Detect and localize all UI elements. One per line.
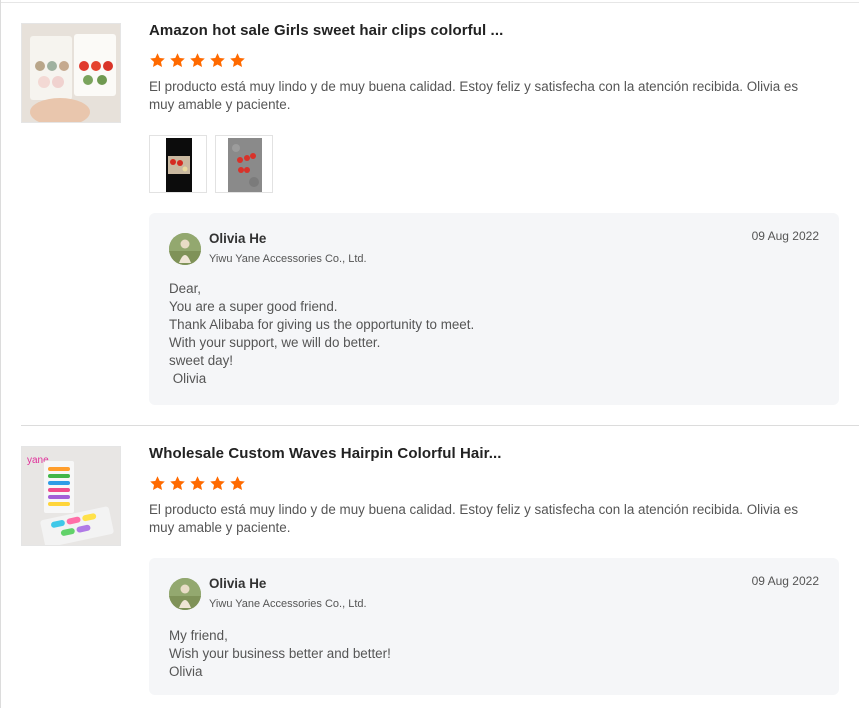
product-thumbnail[interactable]: yane [21,446,121,546]
review-photo[interactable] [149,135,207,193]
review-comment: El producto está muy lindo y de muy buen… [149,79,799,112]
reply-text: My friend, Wish your business better and… [169,627,391,681]
avatar [169,578,201,610]
avatar [169,233,201,265]
review-photo[interactable] [215,135,273,193]
replier-name: Olivia He [209,576,267,591]
star-icon [230,53,245,68]
review-divider [21,425,859,426]
replier-company: Yiwu Yane Accessories Co., Ltd. [209,253,367,265]
top-divider [0,2,859,3]
review-comment: El producto está muy lindo y de muy buen… [149,502,799,535]
left-border [0,0,1,708]
star-icon [150,476,165,491]
reply-line: sweet day! [169,353,234,368]
reply-line: Olivia [169,371,207,386]
replier-name: Olivia He [209,231,267,246]
reply-line: Wish your business better and better! [169,646,391,661]
star-icon [210,53,225,68]
star-icon [170,53,185,68]
star-icon [150,53,165,68]
star-icon [230,476,245,491]
reply-line: With your support, we will do better. [169,335,381,350]
seller-reply: Olivia He Yiwu Yane Accessories Co., Ltd… [149,558,839,695]
reply-line: Dear, [169,281,202,296]
reply-date: 09 Aug 2022 [751,574,819,588]
product-title[interactable]: Amazon hot sale Girls sweet hair clips c… [149,22,503,39]
star-icon [190,53,205,68]
reply-date: 09 Aug 2022 [751,229,819,243]
rating-stars [149,52,246,69]
star-icon [210,476,225,491]
product-title[interactable]: Wholesale Custom Waves Hairpin Colorful … [149,445,502,462]
star-icon [170,476,185,491]
reply-line: My friend, [169,628,228,643]
star-icon [190,476,205,491]
replier-company: Yiwu Yane Accessories Co., Ltd. [209,598,367,610]
reply-line: You are a super good friend. [169,299,338,314]
review-photos [149,135,279,193]
reply-line: Olivia [169,664,203,679]
product-thumbnail[interactable] [21,23,121,123]
seller-reply: Olivia He Yiwu Yane Accessories Co., Ltd… [149,213,839,405]
rating-stars [149,475,246,492]
reply-text: Dear, You are a super good friend. Thank… [169,280,474,388]
reply-line: Thank Alibaba for giving us the opportun… [169,317,475,332]
